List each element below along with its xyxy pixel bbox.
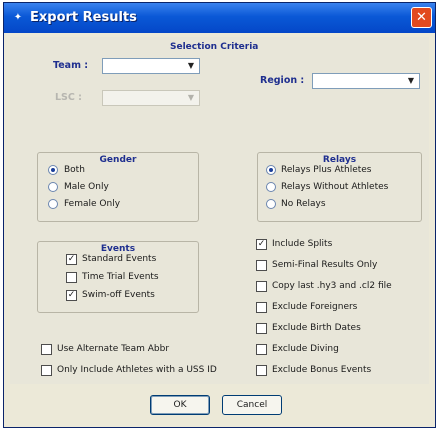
cancel-button[interactable]: Cancel xyxy=(222,395,282,415)
relays-group: Relays Relays Plus Athletes Relays Witho… xyxy=(257,152,422,222)
exclude-diving-checkbox[interactable] xyxy=(256,344,267,355)
time-trial-events-label: Time Trial Events xyxy=(82,272,159,282)
semifinal-results-checkbox[interactable] xyxy=(256,260,267,271)
swim-off-events-label: Swim-off Events xyxy=(82,290,155,300)
close-button[interactable]: ✕ xyxy=(411,7,432,28)
relays-title: Relays xyxy=(319,155,360,165)
ok-button[interactable]: OK xyxy=(150,395,210,415)
title-bar[interactable]: ✦ Export Results ✕ xyxy=(4,3,435,33)
include-splits-checkbox[interactable]: ✓ xyxy=(256,239,267,250)
swim-off-events-checkbox[interactable]: ✓ xyxy=(66,290,77,301)
only-uss-id-checkbox[interactable] xyxy=(41,365,52,376)
only-uss-id-label: Only Include Athletes with a USS ID xyxy=(57,365,217,375)
time-trial-events-checkbox[interactable] xyxy=(66,272,77,283)
events-title: Events xyxy=(97,244,139,254)
close-icon: ✕ xyxy=(416,10,427,25)
gender-male-radio[interactable] xyxy=(48,182,58,192)
gender-both-label: Both xyxy=(64,165,85,175)
chevron-down-icon[interactable]: ▼ xyxy=(184,60,198,72)
relays-plus-label: Relays Plus Athletes xyxy=(281,165,372,175)
gender-both-radio[interactable] xyxy=(48,165,58,175)
copy-last-file-label: Copy last .hy3 and .cl2 file xyxy=(272,281,392,291)
use-alternate-team-abbr-checkbox[interactable] xyxy=(41,344,52,355)
client-area: Selection Criteria Team : ▼ LSC : ▼ Regi… xyxy=(10,37,429,384)
exclude-birth-dates-checkbox[interactable] xyxy=(256,323,267,334)
exclude-bonus-events-label: Exclude Bonus Events xyxy=(272,365,372,375)
no-relays-radio[interactable] xyxy=(266,199,276,209)
events-group: Events ✓ Standard Events Time Trial Even… xyxy=(37,241,199,313)
copy-last-file-checkbox[interactable] xyxy=(256,281,267,292)
window-title: Export Results xyxy=(30,10,137,25)
team-label: Team : xyxy=(53,60,89,71)
use-alternate-team-abbr-label: Use Alternate Team Abbr xyxy=(57,344,170,354)
lsc-label: LSC : xyxy=(55,92,82,103)
no-relays-label: No Relays xyxy=(281,199,326,209)
gender-female-radio[interactable] xyxy=(48,199,58,209)
app-icon: ✦ xyxy=(13,12,23,23)
standard-events-label: Standard Events xyxy=(82,254,157,264)
chevron-down-icon[interactable]: ▼ xyxy=(184,92,198,104)
semifinal-results-label: Semi-Final Results Only xyxy=(272,260,378,270)
relays-without-label: Relays Without Athletes xyxy=(281,182,389,192)
relays-plus-radio[interactable] xyxy=(266,165,276,175)
team-select[interactable]: ▼ xyxy=(102,58,200,74)
standard-events-checkbox[interactable]: ✓ xyxy=(66,254,77,265)
exclude-foreigners-checkbox[interactable] xyxy=(256,302,267,313)
selection-criteria-heading: Selection Criteria xyxy=(170,42,259,52)
exclude-foreigners-label: Exclude Foreigners xyxy=(272,302,358,312)
exclude-birth-dates-label: Exclude Birth Dates xyxy=(272,323,361,333)
gender-group: Gender Both Male Only Female Only xyxy=(37,152,199,222)
exclude-bonus-events-checkbox[interactable] xyxy=(256,365,267,376)
gender-male-label: Male Only xyxy=(64,182,109,192)
region-label: Region : xyxy=(260,75,305,86)
region-select[interactable]: ▼ xyxy=(312,73,420,89)
gender-female-label: Female Only xyxy=(64,199,121,209)
gender-title: Gender xyxy=(96,155,140,165)
chevron-down-icon[interactable]: ▼ xyxy=(404,75,418,87)
relays-without-radio[interactable] xyxy=(266,182,276,192)
export-results-dialog: ✦ Export Results ✕ Selection Criteria Te… xyxy=(3,2,436,428)
lsc-select[interactable]: ▼ xyxy=(102,90,200,106)
button-bar: OK Cancel xyxy=(10,387,429,423)
include-splits-label: Include Splits xyxy=(272,239,333,249)
exclude-diving-label: Exclude Diving xyxy=(272,344,339,354)
